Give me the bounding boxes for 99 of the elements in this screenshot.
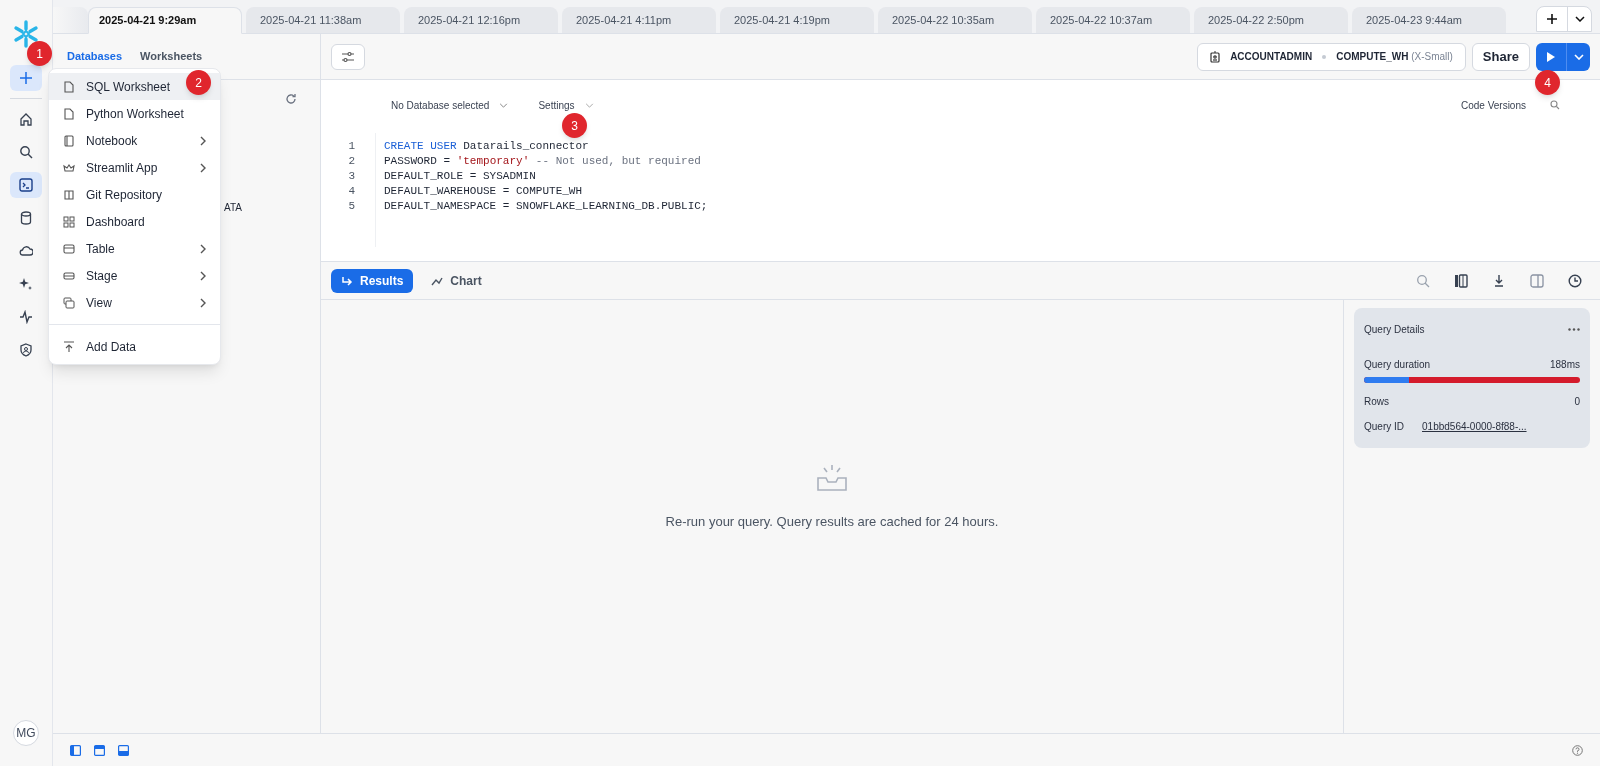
query-id-label: Query ID [1364, 420, 1404, 434]
table-icon [63, 242, 75, 255]
worksheet-tab[interactable]: 2025-04-22 2:50pm [1194, 7, 1348, 33]
grid-icon [63, 215, 75, 228]
card-title: Query Details [1364, 323, 1425, 337]
create-button[interactable] [10, 65, 42, 91]
warehouse-name: COMPUTE_WH (X-Small) [1336, 50, 1453, 64]
chevron-down-icon [499, 102, 509, 108]
menu-item[interactable]: Streamlit App [49, 154, 220, 181]
database-icon [19, 211, 33, 225]
worksheet-tab[interactable]: 2025-04-22 10:37am [1036, 7, 1190, 33]
line-chart-icon [431, 275, 444, 286]
results-tab[interactable]: Chart [421, 268, 492, 293]
cloud-icon [19, 244, 33, 258]
role-warehouse-selector[interactable]: ACCOUNTADMIN COMPUTE_WH (X-Small) [1197, 42, 1466, 71]
menu-item[interactable]: Dashboard [49, 208, 220, 235]
chevron-right-icon [200, 162, 206, 173]
sparkle-icon [19, 277, 33, 291]
bottom-panel-icon[interactable] [118, 744, 129, 756]
tab-edge [53, 7, 88, 33]
menu-item[interactable]: View [49, 289, 220, 316]
duration-label: Query duration [1364, 358, 1431, 372]
worksheet-tab[interactable]: 2025-04-21 9:29am [88, 7, 242, 34]
file-icon [63, 80, 75, 93]
notebook-icon [63, 134, 75, 147]
line-number: 5 [347, 199, 355, 214]
database-dropdown[interactable]: No Database selected [391, 97, 509, 113]
code-versions-button[interactable]: Code Versions [1460, 97, 1526, 113]
left-panel-icon[interactable] [70, 744, 81, 756]
panel-tab[interactable]: Databases [67, 48, 123, 65]
empty-results-message: Re-run your query. Query results are cached for 24 hours. [665, 512, 999, 531]
chevron-down-icon [584, 102, 594, 108]
rows-label: Rows [1364, 395, 1389, 409]
share-button[interactable]: Share [1471, 42, 1530, 71]
code-line: CREATE USER Datarails_connector [384, 139, 590, 154]
download-icon[interactable] [1492, 273, 1506, 288]
search-icon[interactable] [1550, 100, 1560, 110]
refresh-icon[interactable] [285, 93, 297, 105]
worksheet-tab[interactable]: 2025-04-21 4:19pm [720, 7, 874, 33]
chevron-right-icon [200, 270, 206, 281]
database-name: ATA [224, 201, 242, 215]
worksheet-tab[interactable]: 2025-04-22 10:35am [878, 7, 1032, 33]
worksheet-tab[interactable]: 2025-04-21 11:38am [246, 7, 400, 33]
menu-item[interactable]: Notebook [49, 127, 220, 154]
code-line: PASSWORD = 'temporary' -- Not used, but required [384, 154, 702, 169]
menu-item[interactable]: Python Worksheet [49, 100, 220, 127]
worksheet-tab[interactable]: 2025-04-23 9:44am [1352, 7, 1506, 33]
file-icon [63, 107, 75, 120]
settings-dropdown[interactable]: Settings [538, 97, 594, 113]
chevron-down-icon [1574, 16, 1585, 22]
code-line: DEFAULT_WAREHOUSE = COMPUTE_WH [384, 184, 584, 199]
line-number: 4 [347, 184, 355, 199]
code-line: DEFAULT_NAMESPACE = SNOWFLAKE_LEARNING_DB.PUBLIC; [384, 199, 708, 214]
line-number: 3 [347, 169, 355, 184]
chevron-down-icon [1573, 53, 1584, 60]
menu-item[interactable]: Table [49, 235, 220, 262]
plus-icon [19, 71, 33, 85]
shield-icon [19, 343, 33, 357]
line-number: 2 [347, 154, 355, 169]
return-arrow-icon [341, 275, 353, 286]
history-icon[interactable] [1568, 273, 1582, 288]
menu-item[interactable]: Add Data [49, 333, 220, 360]
search-icon [19, 145, 33, 159]
nav-button[interactable] [10, 172, 42, 198]
line-number: 1 [347, 139, 355, 154]
chevron-right-icon [200, 135, 206, 146]
chevron-right-icon [200, 297, 206, 308]
duration-value: 188ms [1550, 358, 1580, 372]
terminal-icon [19, 178, 33, 192]
home-icon [19, 112, 33, 126]
step-marker: 1 [27, 41, 52, 66]
chevron-right-icon [200, 243, 206, 254]
columns-icon[interactable] [1454, 273, 1468, 288]
filter-settings-button[interactable] [331, 43, 365, 70]
side-panel-icon[interactable] [1530, 273, 1544, 288]
stage-icon [63, 269, 75, 282]
stacked-windows-icon [63, 296, 75, 309]
snowflake-logo [13, 20, 39, 48]
worksheet-tab[interactable]: 2025-04-21 4:11pm [562, 7, 716, 33]
badge-icon [1210, 50, 1221, 63]
user-avatar[interactable]: MG [13, 720, 39, 746]
rows-value: 0 [1574, 395, 1580, 409]
query-id-link[interactable]: 01bbd564-0000-8f88-... [1422, 419, 1527, 434]
menu-item[interactable]: Git Repository [49, 181, 220, 208]
code-line: DEFAULT_ROLE = SYSADMIN [384, 169, 537, 184]
sliders-icon [341, 50, 355, 63]
help-icon[interactable] [1572, 744, 1583, 756]
repository-icon [63, 188, 75, 201]
results-tab[interactable]: Results [331, 268, 414, 293]
worksheet-tab[interactable]: 2025-04-21 12:16pm [404, 7, 558, 33]
activity-icon [19, 310, 33, 324]
panel-tab[interactable]: Worksheets [140, 48, 203, 65]
more-icon[interactable] [1568, 328, 1580, 331]
menu-item[interactable]: Stage [49, 262, 220, 289]
role-name: ACCOUNTADMIN [1230, 50, 1313, 64]
play-icon [1546, 50, 1556, 63]
top-panel-icon[interactable] [94, 744, 105, 756]
plus-icon [1546, 13, 1558, 25]
upload-icon [63, 340, 75, 353]
